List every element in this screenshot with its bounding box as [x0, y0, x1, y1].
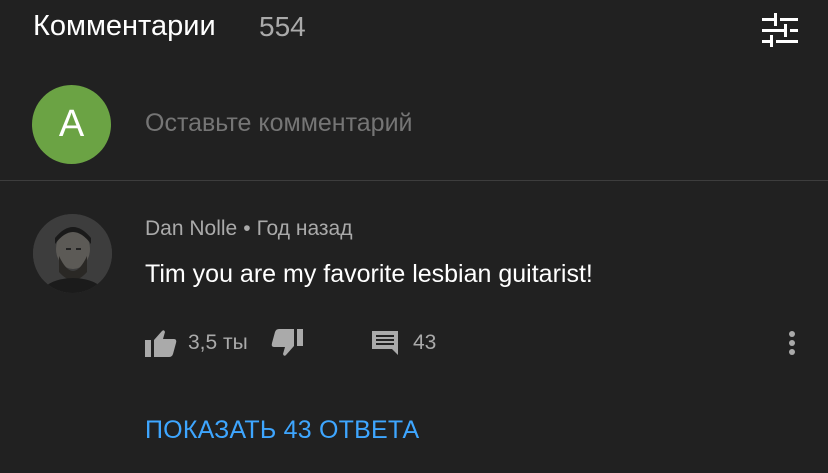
comments-header: Комментарии 554 [0, 0, 828, 60]
sort-sliders-icon [762, 13, 798, 47]
dislike-button[interactable] [271, 328, 303, 358]
more-options-button[interactable] [788, 328, 796, 363]
add-comment-input[interactable] [145, 109, 645, 138]
more-vert-icon [789, 331, 795, 355]
comment-actions: 3,5 ты 43 [145, 328, 825, 358]
comment-time: Год назад [256, 217, 353, 240]
sort-button[interactable] [760, 9, 800, 47]
comment-author[interactable]: Dan Nolle [145, 217, 237, 240]
comment-author-avatar[interactable] [33, 214, 112, 293]
comment-meta: Dan Nolle • Год назад [145, 217, 352, 241]
meta-separator: • [243, 217, 251, 240]
thumbs-down-icon [271, 329, 303, 356]
like-button[interactable] [145, 328, 177, 358]
reply-count: 43 [413, 331, 437, 354]
author-photo [33, 214, 112, 293]
thumbs-up-icon [145, 330, 177, 357]
add-comment-row: A [0, 82, 828, 172]
comment-icon [372, 331, 398, 355]
like-count: 3,5 ты [188, 331, 248, 354]
comments-count: 554 [259, 11, 306, 42]
divider [0, 180, 828, 181]
comment-text: Tim you are my favorite lesbian guitaris… [145, 260, 593, 288]
user-avatar[interactable]: A [32, 85, 111, 164]
comments-title: Комментарии [33, 10, 216, 42]
comment-item: Dan Nolle • Год назад Tim you are my favor… [0, 195, 828, 473]
reply-button[interactable] [370, 328, 400, 358]
show-replies-button[interactable]: ПОКАЗАТЬ 43 ОТВЕТА [145, 416, 419, 445]
